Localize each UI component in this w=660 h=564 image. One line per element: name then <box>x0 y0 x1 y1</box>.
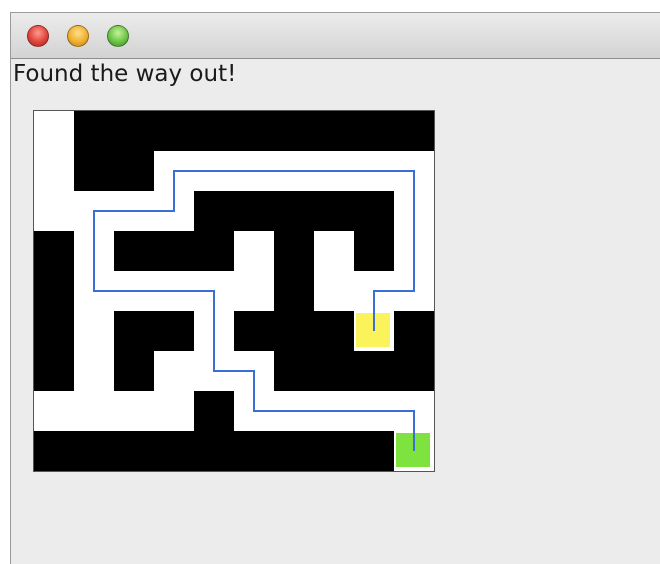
maze-wall <box>314 191 354 231</box>
maze-wall <box>194 191 234 231</box>
maze-wall <box>34 431 74 471</box>
maze-wall <box>34 351 74 391</box>
maze-wall <box>354 191 394 231</box>
maze-wall <box>234 311 274 351</box>
maze-wall <box>154 431 194 471</box>
maze-wall <box>194 391 234 431</box>
maze-wall <box>314 311 354 351</box>
maze-wall <box>114 231 154 271</box>
title-bar[interactable] <box>11 13 660 59</box>
status-message: Found the way out! <box>13 61 237 87</box>
maze-wall <box>274 111 314 151</box>
maze-wall <box>274 191 314 231</box>
maze-wall <box>234 431 274 471</box>
maze-wall <box>274 271 314 311</box>
maze-wall <box>194 111 234 151</box>
maze-wall <box>274 431 314 471</box>
maze-wall <box>354 231 394 271</box>
maze-wall <box>314 111 354 151</box>
maze-wall <box>154 111 194 151</box>
maze-wall <box>394 111 434 151</box>
maze-wall <box>74 111 114 151</box>
maze-board <box>33 110 435 472</box>
maze-wall <box>34 271 74 311</box>
maze-wall <box>34 311 74 351</box>
maze-wall <box>234 191 274 231</box>
maze-wall <box>354 111 394 151</box>
maze-wall <box>274 351 314 391</box>
maze-wall <box>354 351 394 391</box>
app-window: Found the way out! <box>10 12 660 564</box>
maze-wall <box>394 311 434 351</box>
maze-wall <box>354 431 394 471</box>
maze-wall <box>114 431 154 471</box>
maze-wall <box>154 231 194 271</box>
maze-wall <box>394 351 434 391</box>
maze-wall <box>114 151 154 191</box>
minimize-button[interactable] <box>67 25 89 47</box>
maze-wall <box>234 111 274 151</box>
maze-wall <box>74 431 114 471</box>
maze-wall <box>194 431 234 471</box>
maze-wall <box>74 151 114 191</box>
maze-wall <box>314 351 354 391</box>
close-button[interactable] <box>27 25 49 47</box>
maze-wall <box>314 431 354 471</box>
maze-wall <box>274 231 314 271</box>
maze-wall <box>34 231 74 271</box>
maze-wall <box>154 311 194 351</box>
maze-wall <box>114 111 154 151</box>
maze-canvas <box>34 111 434 471</box>
maze-wall <box>194 231 234 271</box>
zoom-button[interactable] <box>107 25 129 47</box>
maze-wall <box>114 311 154 351</box>
maze-wall <box>114 351 154 391</box>
maze-wall <box>274 311 314 351</box>
